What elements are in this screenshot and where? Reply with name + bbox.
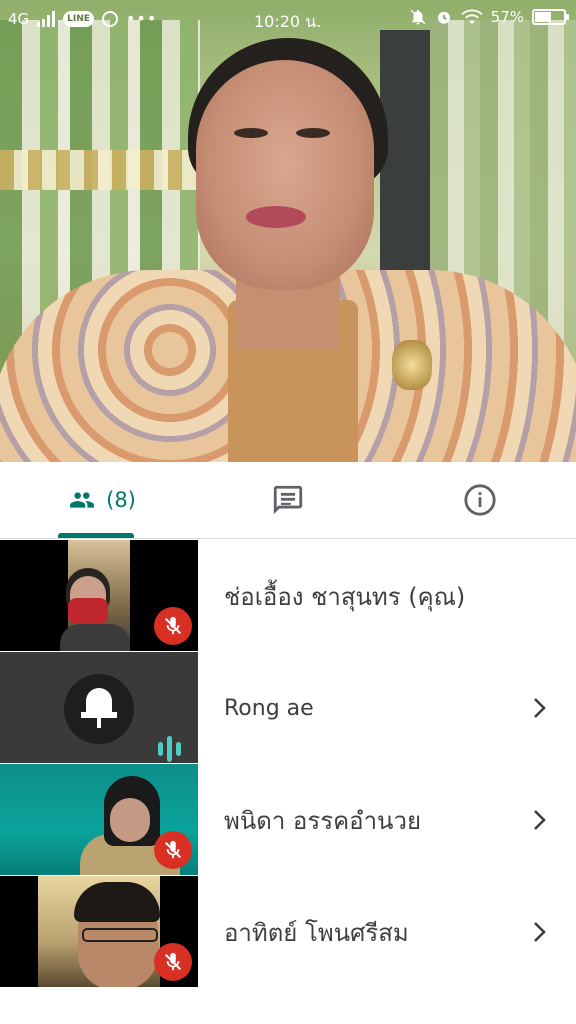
participant-row[interactable]: อาทิตย์ โพนศรีสม bbox=[0, 876, 576, 988]
status-left-group: 4G LINE ••• bbox=[8, 9, 157, 28]
info-icon bbox=[464, 484, 496, 516]
participant-video-thumbnail bbox=[0, 540, 198, 651]
chat-icon bbox=[273, 485, 303, 515]
network-type: 4G bbox=[8, 9, 30, 28]
meeting-tabs: (8) bbox=[0, 462, 576, 539]
status-time: 10:20 น. bbox=[254, 12, 322, 31]
avatar-bell-stem bbox=[97, 718, 101, 728]
thumbnail-person-body bbox=[60, 624, 130, 651]
speaker-eye-left bbox=[234, 128, 268, 138]
main-video[interactable] bbox=[0, 0, 576, 462]
speaker-eye-right bbox=[296, 128, 330, 138]
participant-row[interactable]: ช่อเอื้อง ชาสุนทร (คุณ) bbox=[0, 540, 576, 652]
participant-list: ช่อเอื้อง ชาสุนทร (คุณ) Rong ae พนิดา อร… bbox=[0, 540, 576, 988]
thumbnail-person-hair bbox=[74, 882, 160, 922]
status-bar: 4G LINE ••• 10:20 น. 57% bbox=[0, 0, 576, 38]
active-tab-indicator bbox=[58, 533, 134, 538]
avatar bbox=[64, 674, 134, 744]
speaking-indicator-icon bbox=[158, 736, 181, 762]
participant-name: Rong ae bbox=[224, 695, 314, 721]
participant-video-thumbnail bbox=[0, 764, 198, 875]
chrome-icon bbox=[101, 10, 118, 27]
people-count: (8) bbox=[106, 488, 136, 512]
participant-row[interactable]: พนิดา อรรคอำนวย bbox=[0, 764, 576, 876]
thumbnail-glasses bbox=[82, 928, 158, 942]
battery-percent: 57% bbox=[490, 8, 524, 26]
participant-name: ช่อเอื้อง ชาสุนทร (คุณ) bbox=[224, 582, 466, 611]
tab-people[interactable]: (8) bbox=[50, 462, 150, 538]
status-right-group: 57% bbox=[409, 8, 569, 26]
line-app-icon: LINE bbox=[63, 10, 94, 27]
chevron-right-icon[interactable] bbox=[526, 916, 554, 948]
people-icon bbox=[70, 492, 95, 508]
thumbnail-face-mask bbox=[68, 598, 108, 624]
thumbnail-person-face bbox=[110, 798, 150, 842]
tab-chat[interactable] bbox=[238, 462, 338, 538]
tab-info[interactable] bbox=[430, 462, 530, 538]
mic-off-icon bbox=[154, 831, 192, 869]
participant-name: พนิดา อรรคอำนวย bbox=[224, 806, 422, 835]
battery-level-fill bbox=[535, 12, 551, 22]
participant-video-thumbnail bbox=[0, 876, 198, 987]
curtain-pattern-band bbox=[0, 150, 200, 190]
chevron-right-icon[interactable] bbox=[526, 692, 554, 724]
participant-name: อาทิตย์ โพนศรีสม bbox=[224, 918, 409, 947]
mic-off-icon bbox=[154, 607, 192, 645]
avatar-bell-shape bbox=[86, 688, 112, 714]
participant-video-thumbnail bbox=[0, 652, 198, 763]
background-door bbox=[380, 30, 430, 310]
notifications-off-icon bbox=[410, 9, 425, 25]
mic-off-icon bbox=[154, 943, 192, 981]
battery-charging-icon bbox=[532, 9, 569, 25]
wifi-icon bbox=[461, 9, 483, 25]
signal-icon bbox=[37, 10, 56, 27]
speaker-mouth bbox=[246, 206, 306, 228]
chevron-right-icon[interactable] bbox=[526, 804, 554, 836]
speaker-face bbox=[196, 60, 374, 290]
participant-row[interactable]: Rong ae bbox=[0, 652, 576, 764]
speaker-brooch bbox=[392, 340, 432, 390]
more-dots-icon: ••• bbox=[125, 9, 158, 28]
alarm-icon bbox=[437, 11, 450, 24]
